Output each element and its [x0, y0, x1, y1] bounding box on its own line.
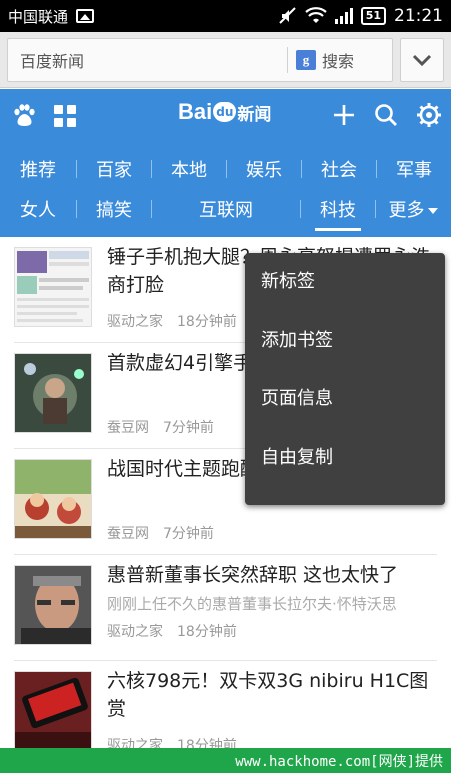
tab-funny[interactable]: 搞笑 [77, 196, 151, 222]
tab-tech[interactable]: 科技 [301, 196, 375, 222]
news-title[interactable]: 六核798元！双卡双3G nibiru H1C图赏 [107, 667, 442, 723]
news-source: 驱动之家 [107, 738, 163, 748]
image-notification-icon [76, 9, 95, 23]
news-time: 18分钟前 [177, 624, 237, 640]
news-time: 7分钟前 [163, 420, 214, 436]
news-source: 驱动之家 [107, 314, 163, 330]
news-source: 蚕豆网 [107, 420, 149, 436]
battery-icon: 51 [360, 7, 386, 25]
category-tabs-row-2: 女人 搞笑 互联网 科技 更多 [0, 189, 451, 229]
browser-toolbar: 百度新闻 g 搜索 [0, 32, 451, 88]
browser-popup-menu: 新标签 添加书签 页面信息 自由复制 [245, 253, 445, 505]
news-title[interactable]: 惠普新董事长突然辞职 这也太快了 [107, 561, 442, 589]
baidu-paw-icon[interactable] [12, 103, 36, 127]
news-source: 蚕豆网 [107, 526, 149, 542]
news-meta: 驱动之家 18分钟前 [107, 311, 237, 331]
tab-local[interactable]: 本地 [152, 156, 226, 182]
news-thumbnail [14, 247, 92, 327]
address-bar[interactable]: 百度新闻 g 搜索 [7, 38, 393, 82]
news-time: 18分钟前 [177, 738, 237, 748]
news-item[interactable]: 六核798元！双卡双3G nibiru H1C图赏 驱动之家 18分钟前 [0, 661, 451, 748]
baidu-news-header: Bai du 新闻 推荐 百家 本地 娱乐 社会 军事 女人 搞笑 互联网 科技… [0, 89, 451, 237]
mute-icon [278, 7, 296, 24]
tab-society[interactable]: 社会 [302, 156, 376, 182]
tab-baijia[interactable]: 百家 [77, 156, 151, 182]
search-icon[interactable] [373, 102, 399, 128]
news-summary: 刚刚上任不久的惠普董事长拉尔夫·怀特沃思 [107, 595, 397, 613]
news-source: 驱动之家 [107, 624, 163, 640]
menu-item-add-bookmark[interactable]: 添加书签 [245, 312, 445, 371]
chevron-down-icon [412, 54, 432, 67]
news-meta: 蚕豆网 7分钟前 [107, 417, 214, 437]
news-thumbnail [14, 353, 92, 433]
news-meta: 驱动之家 18分钟前 [107, 735, 237, 748]
menu-item-new-tab[interactable]: 新标签 [245, 253, 445, 312]
search-button[interactable]: 搜索 [322, 48, 392, 72]
status-bar: 中国联通 51 21:21 [0, 0, 451, 32]
address-divider [287, 47, 288, 73]
add-icon[interactable] [331, 102, 357, 128]
news-thumbnail [14, 459, 92, 539]
news-thumbnail [14, 565, 92, 645]
news-time: 18分钟前 [177, 314, 237, 330]
baidu-news-logo: Bai du 新闻 [178, 99, 271, 125]
category-tabs-row-1: 推荐 百家 本地 娱乐 社会 军事 [0, 149, 451, 189]
browser-menu-button[interactable] [400, 38, 444, 82]
news-meta: 驱动之家 18分钟前 [107, 621, 237, 641]
settings-gear-icon[interactable] [416, 102, 442, 128]
tab-recommend[interactable]: 推荐 [0, 156, 76, 182]
apps-grid-icon[interactable] [54, 105, 76, 127]
tab-internet[interactable]: 互联网 [152, 196, 300, 222]
news-thumbnail [14, 671, 92, 748]
tab-military[interactable]: 军事 [377, 156, 451, 182]
news-meta: 蚕豆网 7分钟前 [107, 523, 214, 543]
logo-du: du [213, 102, 237, 122]
logo-bai: Bai [178, 99, 213, 124]
signal-icon [334, 8, 353, 24]
menu-item-free-copy[interactable]: 自由复制 [245, 429, 445, 488]
address-text[interactable]: 百度新闻 [8, 48, 287, 72]
clock: 21:21 [394, 6, 443, 26]
caret-down-icon [427, 208, 438, 214]
google-icon[interactable]: g [296, 50, 316, 70]
carrier-name: 中国联通 [8, 7, 69, 26]
menu-item-page-info[interactable]: 页面信息 [245, 370, 445, 429]
tab-more-label: 更多 [388, 200, 425, 221]
wifi-icon [304, 7, 327, 23]
tab-more[interactable]: 更多 [376, 196, 450, 222]
news-item[interactable]: 惠普新董事长突然辞职 这也太快了 刚刚上任不久的惠普董事长拉尔夫·怀特沃思 驱动… [0, 555, 451, 661]
tab-women[interactable]: 女人 [0, 196, 76, 222]
watermark-footer: www.hackhome.com[网侠]提供 [0, 748, 451, 773]
news-time: 7分钟前 [163, 526, 214, 542]
tab-entertainment[interactable]: 娱乐 [227, 156, 301, 182]
logo-news: 新闻 [237, 104, 272, 125]
